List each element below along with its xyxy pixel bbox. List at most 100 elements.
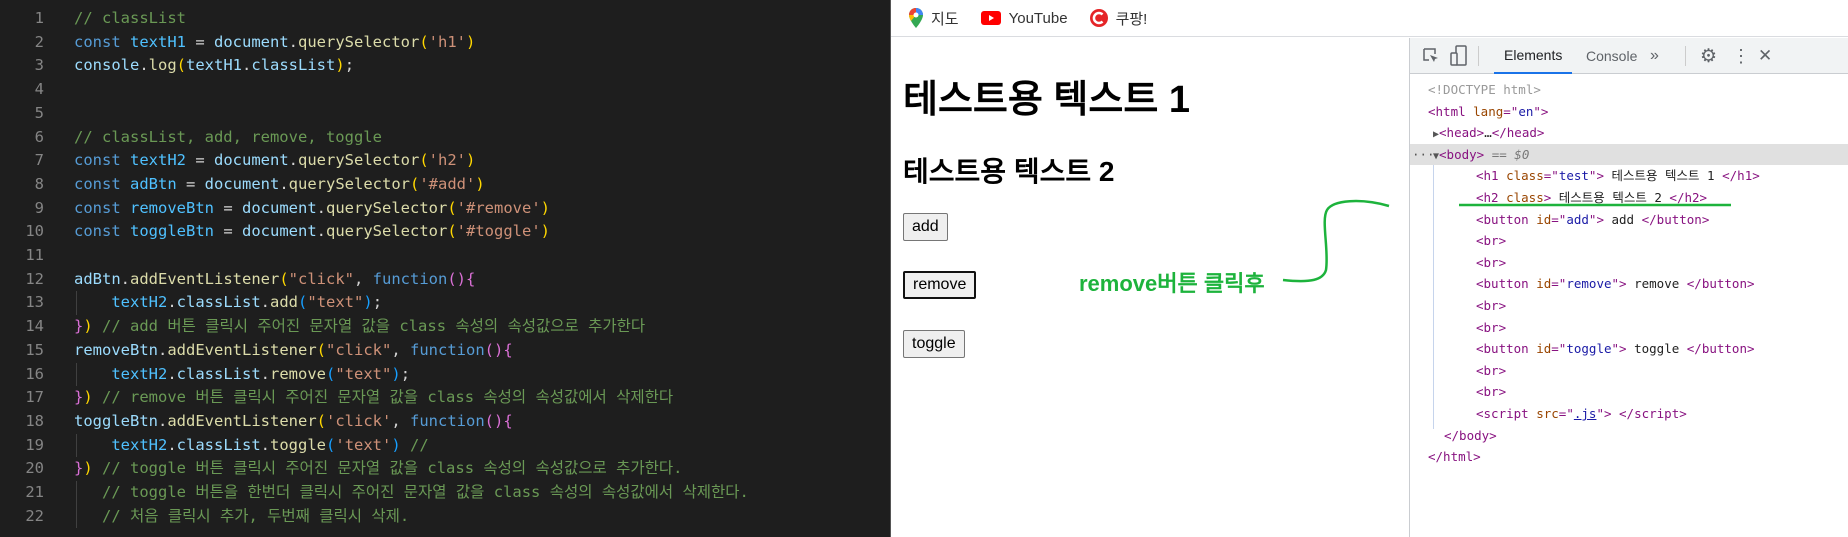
code-token: const [74,151,130,170]
code-token: . [158,340,168,359]
dom-node[interactable]: </html> [1410,446,1848,468]
bookmark-coupang[interactable]: 쿠팡! [1089,8,1147,29]
code-line[interactable]: 17 }) // remove 버튼 클릭시 주어진 문자열 값을 class 속… [0,386,890,410]
code-token: addEventListener [167,411,317,430]
code-line[interactable]: 16 textH2.classList.remove("text"); [0,363,890,387]
inspect-element-icon[interactable] [1422,38,1440,74]
markup-token: </head> [1491,125,1545,141]
dom-node[interactable]: <br> [1410,381,1848,403]
code-token: ( [410,174,420,193]
dom-node[interactable]: <br> [1410,295,1848,317]
remove-button[interactable]: remove [903,271,977,299]
dom-node[interactable]: <br> [1410,252,1848,274]
code-line[interactable]: 18 toggleBtn.addEventListener('click', fu… [0,410,890,434]
markup-token: <head> [1439,125,1485,141]
dom-node[interactable]: <button id="remove"> remove </button> [1410,273,1848,295]
code-text: }) // remove 버튼 클릭시 주어진 문자열 값을 class 속성의… [74,386,673,410]
code-line[interactable]: 20}) // toggle 버튼 클릭시 주어진 문자열 값을 class 속… [0,457,890,481]
markup-token [1612,406,1620,421]
toggle-button[interactable]: toggle [903,330,965,358]
markup-token: id [1536,276,1552,292]
code-token: document [204,174,280,193]
code-line[interactable]: 21 // toggle 버튼을 한번더 클릭시 주어진 문자열 값을 clas… [0,481,890,505]
code-line[interactable]: 5 [0,102,890,126]
code-text: adBtn.addEventListener("click", function… [74,268,475,292]
bookmark-youtube[interactable]: YouTube [980,10,1068,27]
dom-node[interactable]: <br> [1410,317,1848,339]
code-token: adBtn [74,269,121,288]
code-line[interactable]: 14}) // add 버튼 클릭시 주어진 문자열 값을 class 속성의 … [0,315,890,339]
markup-token: <button [1476,276,1537,292]
dom-node[interactable]: <button id="add"> add </button> [1410,209,1848,231]
code-token: { [503,411,513,430]
node-menu-icon[interactable]: ··· [1412,144,1435,166]
devtools-panel: Elements Console » ⚙ ⋮ ✕ <!DOCTYPE html>… [1409,38,1848,537]
code-line[interactable]: 15 removeBtn.addEventListener("click", fu… [0,339,890,363]
code-line[interactable]: 6 // classList, add, remove, toggle [0,126,890,150]
line-number: 3 [34,56,44,75]
code-token: ) [475,174,485,193]
bookmark-maps[interactable]: 지도 [909,8,959,29]
markup-token: </h1> [1722,168,1760,184]
code-editor[interactable]: 1// classList 2 const textH1 = document.qu… [0,0,890,537]
code-line[interactable]: 1 // classList [0,7,890,31]
dom-node[interactable]: <html lang="en"> [1410,101,1848,123]
markup-token: =" [1503,103,1519,119]
settings-gear-icon[interactable]: ⚙ [1700,38,1717,74]
dom-node[interactable]: <h1 class="test"> 테스트용 텍스트 1 </h1> [1410,165,1848,187]
code-line[interactable]: 4 [0,78,890,102]
code-line[interactable]: 10 const toggleBtn = document.querySelect… [0,220,890,244]
code-line[interactable]: 2 const textH1 = document.querySelector('… [0,31,890,55]
dom-node[interactable]: <!DOCTYPE html> [1410,79,1848,101]
code-line[interactable]: 9 const removeBtn = document.querySelecto… [0,197,890,221]
dom-node-selected[interactable]: ··· ▼<body> == $0 [1410,143,1848,166]
dom-node[interactable]: <br> [1410,360,1848,382]
code-line[interactable]: 8 const adBtn = document.querySelector('#… [0,173,890,197]
code-token: querySelector [298,32,420,51]
dom-node[interactable]: <button id="toggle"> toggle </button> [1410,338,1848,360]
code-token: const [74,222,130,241]
line-number: 14 [25,317,44,336]
code-line[interactable]: 13 textH2.classList.add("text"); [0,291,890,315]
line-number: 20 [25,459,44,478]
code-line[interactable]: 22 // 처음 클릭시 추가, 두번째 클릭시 삭제. [0,505,890,529]
more-tabs-button[interactable]: » [1650,38,1659,74]
code-text: toggleBtn.addEventListener('click', func… [74,410,513,434]
dom-node[interactable]: <h2 class> 테스트용 텍스트 2 </h2> [1410,187,1848,209]
tab-console[interactable]: Console [1576,38,1647,74]
device-toolbar-icon[interactable] [1450,38,1468,74]
code-token: document [214,151,289,170]
dom-node[interactable]: <script src=".js"> </script> [1410,403,1848,425]
devtools-toolbar: Elements Console » ⚙ ⋮ ✕ [1410,38,1848,74]
code-line[interactable]: 19 textH2.classList.toggle('text') // [0,434,890,458]
dom-node[interactable]: ▶<head>…</head> [1410,122,1848,144]
code-line[interactable]: 12 adBtn.addEventListener("click", functi… [0,268,890,292]
more-options-icon[interactable]: ⋮ [1732,38,1750,74]
code-token: 'text' [335,435,392,454]
code-token: querySelector [288,174,410,193]
close-devtools-icon[interactable]: ✕ [1758,38,1772,74]
add-button[interactable]: add [903,213,948,241]
code-token: textH2 [111,435,168,454]
code-line[interactable]: 11 [0,244,890,268]
markup-token: </button> [1686,276,1755,292]
markup-token: remove [1626,276,1687,292]
dom-node[interactable]: </body> [1410,425,1848,447]
line-number: 17 [25,388,44,407]
bookmark-label: 지도 [931,10,959,28]
code-token: textH2 [130,151,186,170]
code-token: ( [316,340,326,359]
markup-token[interactable]: .js [1574,406,1597,421]
code-token: ( [298,293,308,312]
tab-elements[interactable]: Elements [1494,38,1573,74]
code-token: removeBtn [130,198,214,217]
markup-token: class [1506,168,1544,184]
code-token: remove [270,364,327,383]
code-line[interactable]: 3 console.log(textH1.classList); [0,54,890,78]
code-line[interactable]: 7 const textH2 = document.querySelector('… [0,149,890,173]
markup-token: "> [1596,406,1612,421]
code-token: const [74,198,130,217]
tree-guide [1433,165,1434,429]
code-token: ) [83,459,93,478]
dom-node[interactable]: <br> [1410,230,1848,252]
